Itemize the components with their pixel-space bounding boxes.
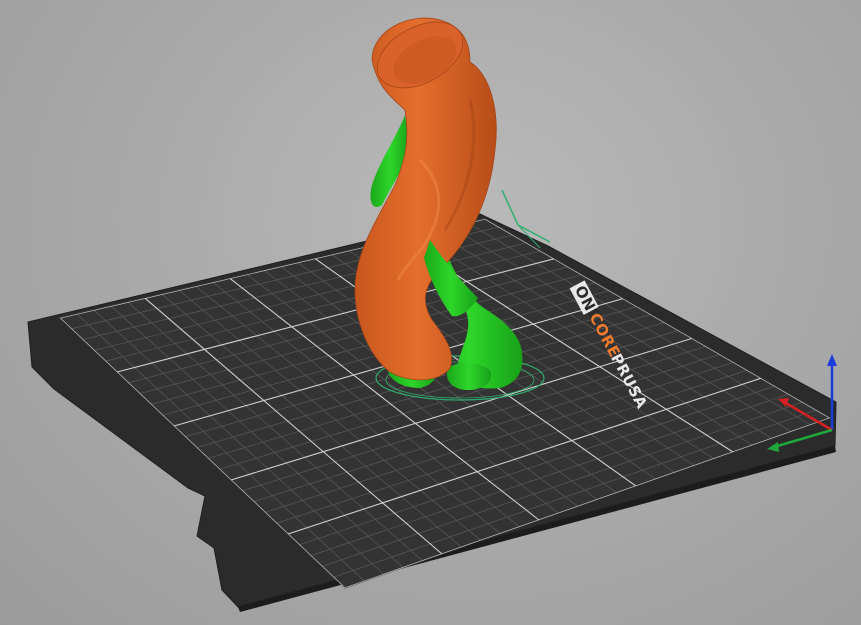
3d-viewport[interactable]: ONE CORE PRUSA xyxy=(0,0,861,625)
scene-canvas[interactable]: ONE CORE PRUSA xyxy=(0,0,861,625)
support-base-right xyxy=(446,362,492,390)
z-axis-arrow xyxy=(827,354,837,366)
